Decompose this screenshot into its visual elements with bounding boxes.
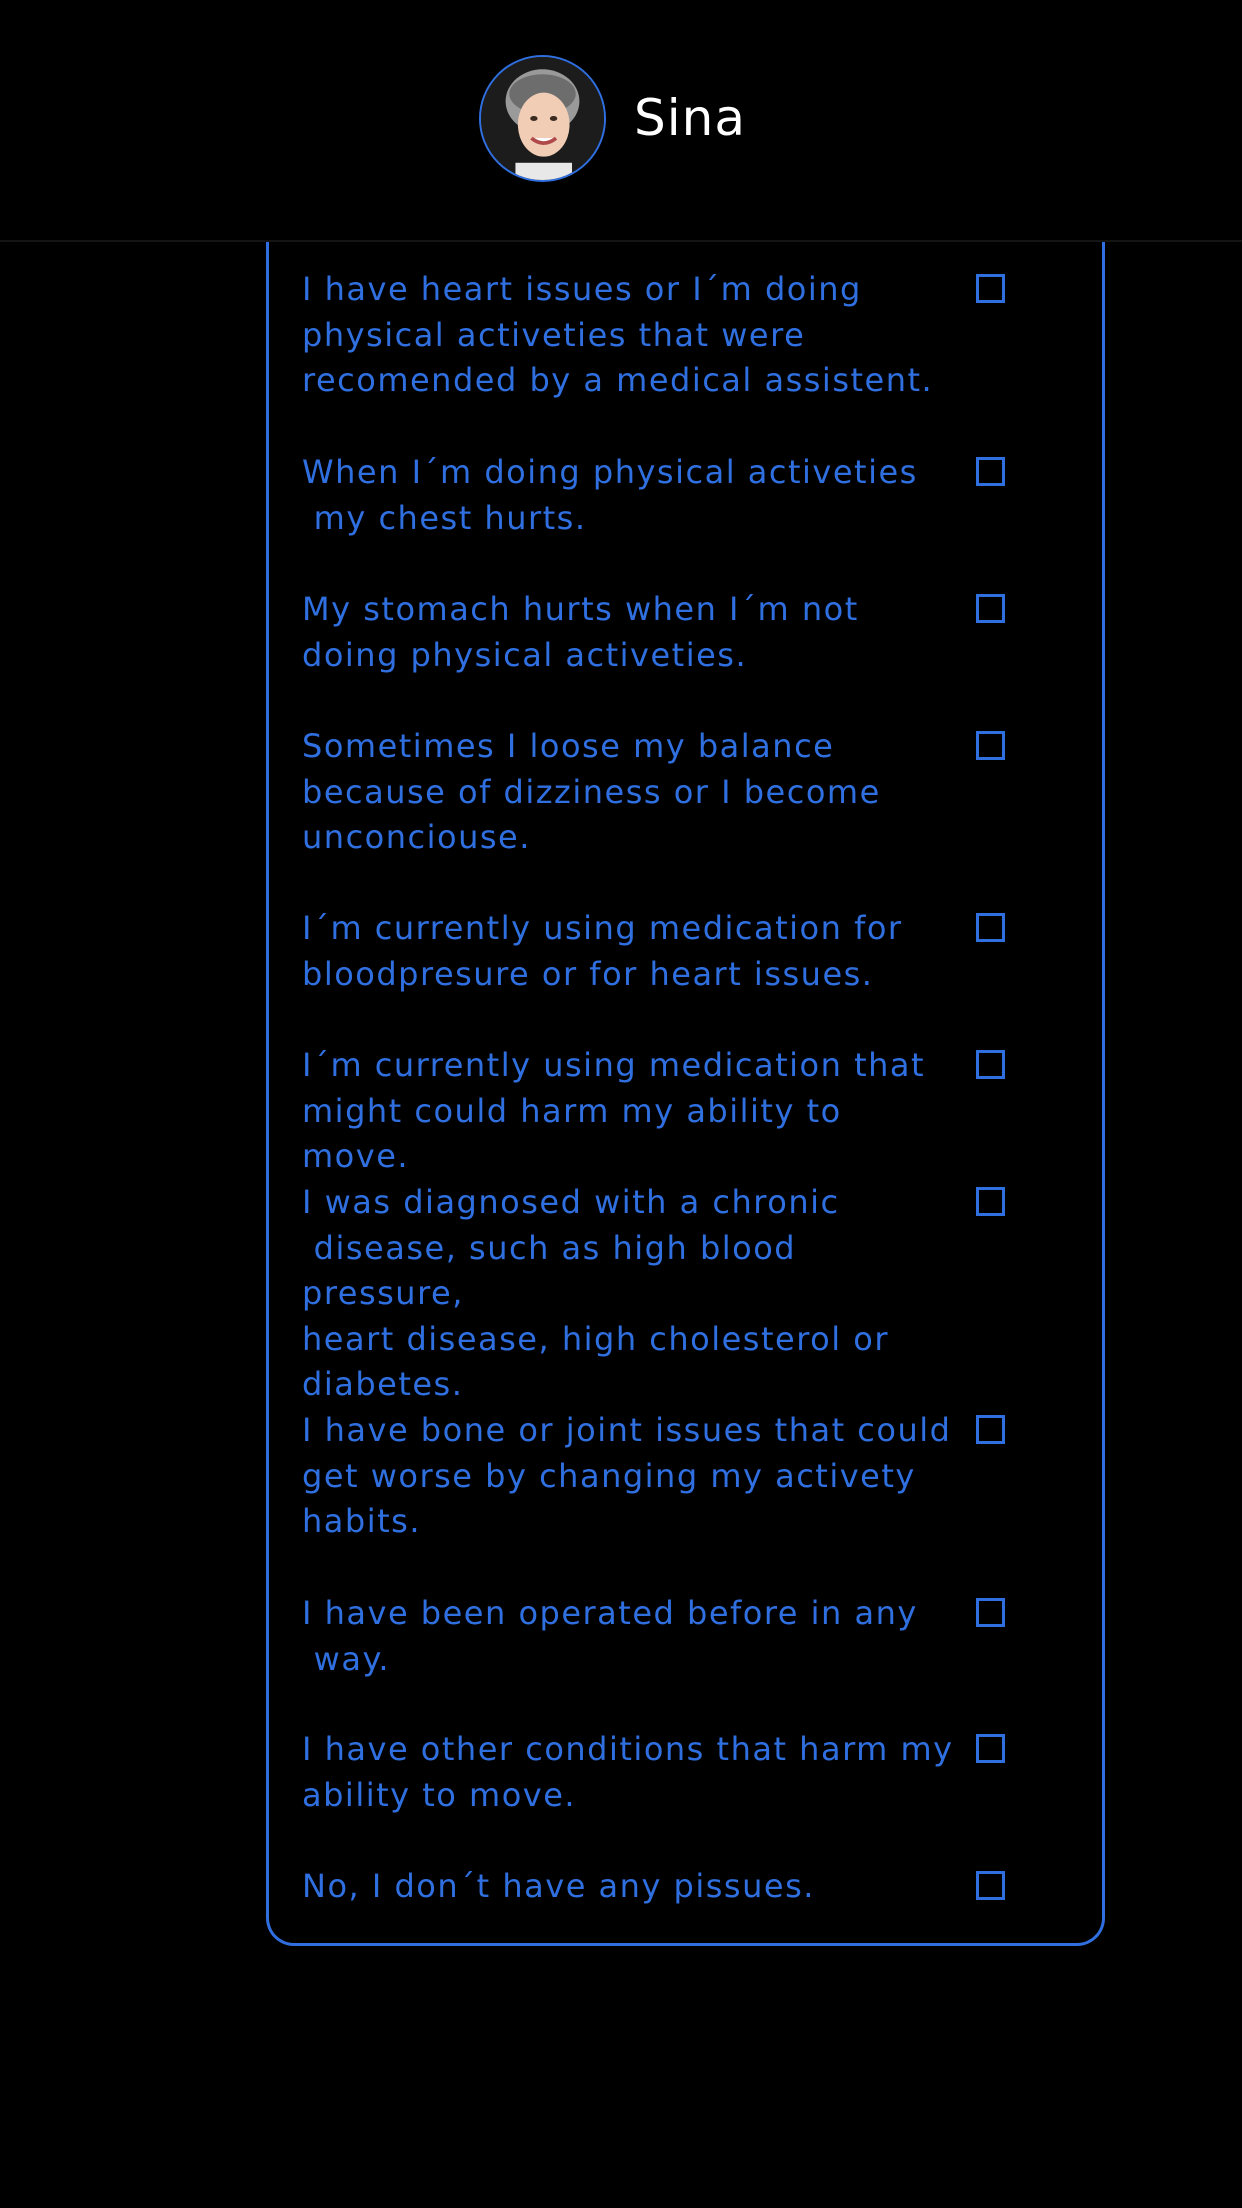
checkbox-bloodpressure-medication[interactable] bbox=[976, 913, 1005, 942]
checkbox-stomach-pain[interactable] bbox=[976, 594, 1005, 623]
avatar-image bbox=[481, 57, 604, 180]
checkbox-other-conditions[interactable] bbox=[976, 1734, 1005, 1763]
user-name: Sina bbox=[634, 89, 746, 147]
checkbox-chest-pain[interactable] bbox=[976, 457, 1005, 486]
profile-header: Sina bbox=[0, 0, 1242, 242]
avatar[interactable] bbox=[479, 55, 606, 182]
question-chest-pain: When I´m doing physical activeties my ch… bbox=[302, 453, 918, 537]
checkbox-bone-joint[interactable] bbox=[976, 1415, 1005, 1444]
checkbox-balance-dizziness[interactable] bbox=[976, 731, 1005, 760]
question-other-conditions: I have other conditions that harm my abi… bbox=[302, 1730, 954, 1814]
question-stomach-pain: My stomach hurts when I´m not doing phys… bbox=[302, 590, 859, 674]
checkbox-movement-medication[interactable] bbox=[976, 1050, 1005, 1079]
question-heart-issues: I have heart issues or I´m doing physica… bbox=[302, 270, 934, 399]
question-no-issues: No, I don´t have any pissues. bbox=[302, 1867, 815, 1905]
question-bloodpressure-medication: I´m currently using medication for blood… bbox=[302, 909, 903, 993]
question-movement-medication: I´m currently using medication that migh… bbox=[302, 1046, 926, 1175]
question-balance-dizziness: Sometimes I loose my balance because of … bbox=[302, 727, 881, 856]
question-operated: I have been operated before in any way. bbox=[302, 1594, 918, 1678]
question-chronic-disease: I was diagnosed with a chronic disease, … bbox=[302, 1183, 890, 1403]
question-bone-joint: I have bone or joint issues that could g… bbox=[302, 1411, 952, 1540]
checkbox-operated[interactable] bbox=[976, 1598, 1005, 1627]
checkbox-no-issues[interactable] bbox=[976, 1871, 1005, 1900]
checkbox-heart-issues[interactable] bbox=[976, 274, 1005, 303]
checkbox-chronic-disease[interactable] bbox=[976, 1187, 1005, 1216]
